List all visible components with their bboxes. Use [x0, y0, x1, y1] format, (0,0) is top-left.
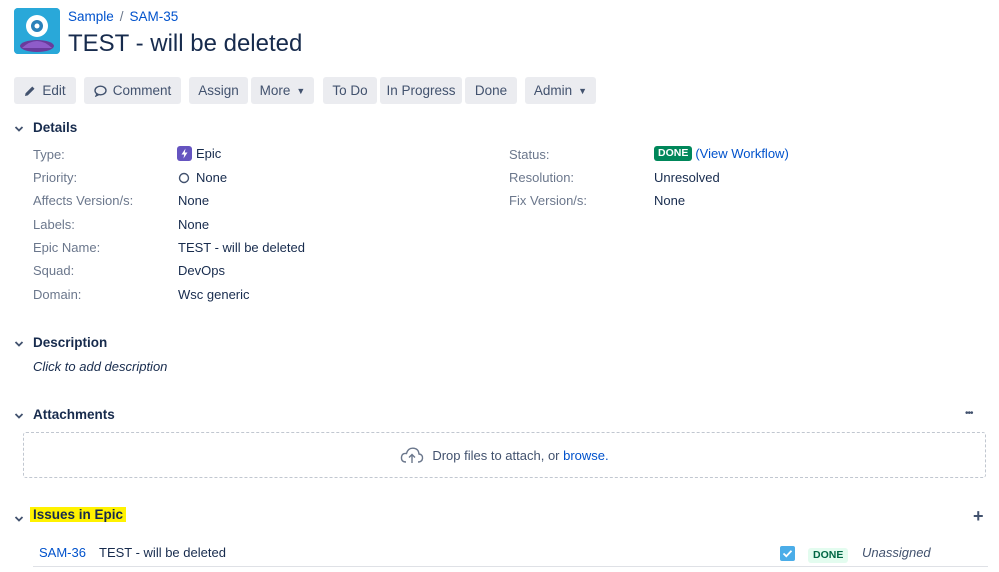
project-avatar[interactable] — [14, 8, 60, 54]
epic-icon — [177, 146, 192, 161]
description-heading: Description — [33, 335, 108, 350]
browse-link[interactable]: browse. — [563, 448, 609, 463]
domain-value: Wsc generic — [178, 287, 250, 302]
breadcrumb: Sample / SAM-35 — [68, 9, 178, 24]
add-issue-icon[interactable]: + — [973, 506, 984, 527]
assign-button[interactable]: Assign — [189, 77, 248, 104]
attachments-toggle[interactable] — [14, 408, 24, 426]
chevron-down-icon: ▼ — [296, 85, 306, 96]
issues-in-epic-heading-text: Issues in Epic — [30, 507, 127, 522]
edit-button[interactable]: Edit — [14, 77, 76, 104]
chevron-down-icon — [14, 413, 24, 419]
epic-name-value: TEST - will be deleted — [178, 240, 305, 255]
domain-label: Domain: — [33, 287, 82, 302]
chevron-down-icon — [14, 516, 24, 522]
issues-in-epic-toggle[interactable] — [14, 511, 24, 529]
attachment-dropzone[interactable]: Drop files to attach, or browse. — [23, 432, 986, 478]
child-issue-assignee: Unassigned — [862, 545, 931, 560]
cloud-upload-icon — [401, 447, 424, 463]
fix-version-value: None — [654, 193, 686, 208]
priority-value-text: None — [196, 170, 228, 185]
pencil-icon — [25, 86, 35, 96]
details-heading: Details — [33, 120, 78, 135]
breadcrumb-issue-key[interactable]: SAM-35 — [130, 9, 179, 24]
squad-label: Squad: — [33, 263, 75, 278]
chevron-down-icon: ▼ — [578, 85, 588, 96]
child-issue-key[interactable]: SAM-36 — [39, 545, 86, 560]
project-logo-icon — [14, 8, 60, 54]
affects-version-value: None — [178, 193, 210, 208]
affects-version-label: Affects Version/s: — [33, 193, 134, 208]
priority-label: Priority: — [33, 170, 78, 185]
dropzone-label: Drop files to attach, or — [432, 447, 560, 463]
attachments-heading: Attachments — [33, 407, 115, 422]
description-placeholder[interactable]: Click to add description — [33, 359, 167, 374]
more-button-label: More — [259, 83, 291, 98]
labels-value: None — [178, 217, 210, 232]
status-label: Status: — [509, 147, 550, 162]
type-value: Epic — [177, 146, 221, 161]
chevron-down-icon — [14, 126, 24, 132]
epic-name-label: Epic Name: — [33, 240, 101, 255]
description-toggle[interactable] — [14, 336, 24, 354]
page-title: TEST - will be deleted — [68, 30, 303, 57]
admin-button[interactable]: Admin ▼ — [525, 77, 596, 104]
edit-button-label: Edit — [42, 83, 66, 98]
type-value-text: Epic — [196, 146, 222, 161]
todo-button[interactable]: To Do — [323, 77, 377, 104]
resolution-label: Resolution: — [509, 170, 575, 185]
comment-button[interactable]: Comment — [84, 77, 181, 104]
task-checkbox-icon — [780, 546, 795, 566]
done-button[interactable]: Done — [465, 77, 517, 104]
resolution-value: Unresolved — [654, 170, 720, 185]
priority-none-icon — [178, 172, 190, 183]
breadcrumb-project[interactable]: Sample — [68, 9, 114, 24]
comment-button-label: Comment — [112, 83, 172, 98]
more-button[interactable]: More ▼ — [251, 77, 314, 104]
view-workflow-link[interactable]: (View Workflow) — [695, 146, 788, 161]
child-issue-status-badge: DONE — [808, 545, 849, 563]
issues-in-epic-heading: Issues in Epic — [30, 507, 127, 522]
labels-label: Labels: — [33, 217, 75, 232]
status-badge: DONE — [654, 146, 693, 161]
squad-value: DevOps — [178, 263, 225, 278]
dropzone-text: Drop files to attach, or browse. — [432, 448, 608, 463]
chevron-down-icon — [14, 341, 24, 347]
status-value: DONE (View Workflow) — [654, 146, 789, 161]
priority-value: None — [178, 170, 227, 185]
type-label: Type: — [33, 147, 65, 162]
in-progress-button[interactable]: In Progress — [380, 77, 462, 104]
more-options-icon[interactable]: ••• — [965, 408, 973, 419]
child-issue-status-text: DONE — [808, 548, 849, 563]
details-toggle[interactable] — [14, 121, 24, 139]
fix-version-label: Fix Version/s: — [509, 193, 588, 208]
row-divider — [33, 566, 988, 567]
breadcrumb-separator: / — [119, 9, 124, 24]
admin-button-label: Admin — [533, 83, 573, 98]
child-issue-summary[interactable]: TEST - will be deleted — [99, 545, 226, 560]
comment-icon — [94, 84, 107, 97]
